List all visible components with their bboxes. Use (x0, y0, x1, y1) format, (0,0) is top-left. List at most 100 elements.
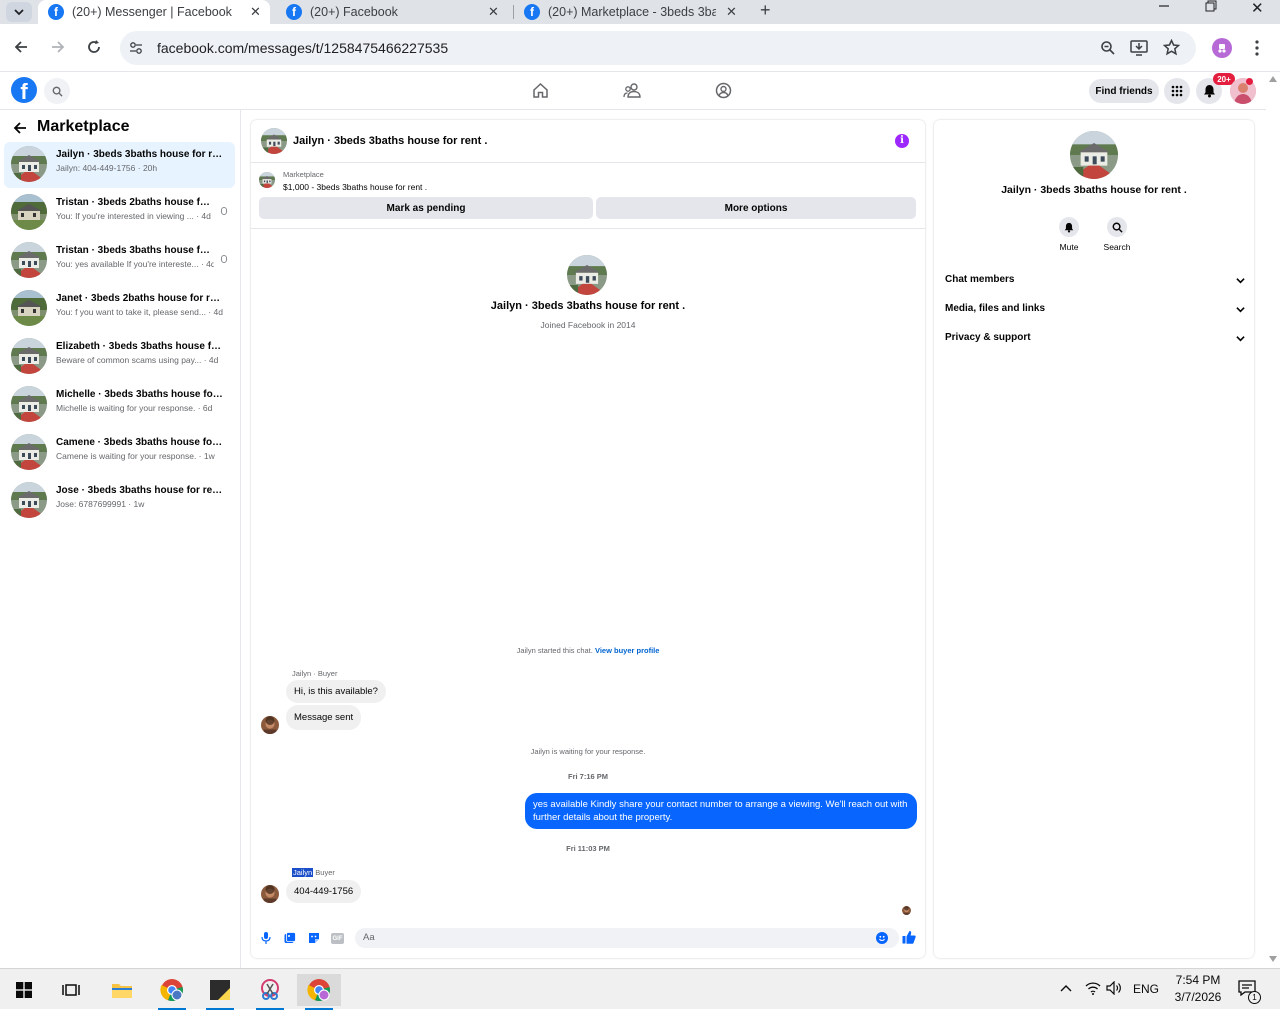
bookmark-star-icon[interactable] (1163, 39, 1180, 56)
close-window-button[interactable]: ✕ (1251, 0, 1264, 17)
browser-toolbar: facebook.com/messages/t/1258475466227535 (0, 24, 1280, 72)
sender-label: Jailyn Buyer (292, 868, 335, 877)
thread-item[interactable]: Elizabeth · 3beds 3baths house for... Be… (4, 334, 235, 380)
listing-price[interactable]: $1,000 - 3beds 3baths house for rent . (283, 182, 427, 192)
message-text: Hi, is this available? (294, 686, 378, 697)
listing-thumbnail[interactable] (259, 172, 275, 188)
task-view-button[interactable] (49, 974, 93, 1006)
url-text: facebook.com/messages/t/1258475466227535 (157, 40, 449, 56)
scroll-up-icon[interactable] (1269, 76, 1277, 82)
incoming-message[interactable]: Hi, is this available? (286, 680, 386, 703)
chevron-down-icon (14, 9, 24, 16)
facebook-favicon-icon: f (48, 4, 64, 20)
info-avatar[interactable] (1070, 131, 1118, 179)
restore-icon (1205, 0, 1217, 12)
facebook-logo[interactable]: f (11, 77, 37, 103)
microphone-icon[interactable] (261, 932, 271, 944)
more-options-button[interactable]: More options (596, 197, 916, 219)
start-button[interactable] (2, 974, 46, 1006)
close-tab-icon[interactable]: ✕ (488, 4, 499, 20)
tab-title: (20+) Marketplace - 3beds 3baths (548, 5, 716, 19)
sender-avatar[interactable] (261, 716, 279, 734)
profile-avatar[interactable] (1212, 38, 1232, 58)
tab-messenger[interactable]: f (20+) Messenger | Facebook ✕ (38, 0, 270, 24)
thread-item[interactable]: Michelle · 3beds 3baths house for ... Mi… (4, 382, 235, 428)
find-friends-label: Find friends (1095, 85, 1153, 97)
incoming-message[interactable]: Message sent (286, 705, 362, 730)
search-button[interactable] (44, 78, 70, 104)
back-button[interactable] (13, 39, 29, 55)
find-friends-button[interactable]: Find friends (1089, 79, 1159, 103)
sticker-icon[interactable] (308, 932, 320, 944)
mute-button[interactable] (1059, 217, 1079, 237)
facebook-favicon-icon: f (286, 4, 302, 20)
sidebar-title: Marketplace (37, 118, 130, 135)
browser-menu-button[interactable] (1254, 40, 1260, 56)
conversation-info-button[interactable]: i (895, 134, 909, 148)
chat-members-section[interactable]: Chat members (945, 274, 1245, 294)
chat-header-title[interactable]: Jailyn · 3beds 3baths house for rent . (293, 135, 487, 147)
snipping-tool-button[interactable] (248, 974, 292, 1010)
file-explorer-button[interactable] (100, 974, 144, 1006)
privacy-support-section[interactable]: Privacy & support (945, 332, 1245, 352)
search-in-conversation-button[interactable] (1107, 217, 1127, 237)
house-photo-icon (567, 255, 607, 295)
network-icon[interactable] (1085, 981, 1101, 995)
thread-item[interactable]: Camene · 3beds 3baths house for ... Came… (4, 430, 235, 476)
chat-header-avatar[interactable] (261, 128, 287, 154)
incoming-message[interactable]: 404-449-1756 (286, 880, 362, 903)
outgoing-message[interactable]: yes available Kindly share your contact … (525, 793, 917, 829)
address-bar[interactable]: facebook.com/messages/t/1258475466227535 (120, 31, 1196, 65)
message-input[interactable]: Aa (355, 928, 899, 948)
house-photo-icon (11, 194, 47, 230)
thread-title: Jailyn · 3beds 3baths house for ren... (56, 149, 224, 160)
media-files-links-section[interactable]: Media, files and links (945, 303, 1245, 323)
emoji-button[interactable] (876, 932, 888, 944)
timestamp: Fri 7:16 PM (567, 772, 608, 781)
chrome-profile-button[interactable] (150, 974, 194, 1010)
forward-button[interactable] (50, 39, 66, 55)
back-to-chats-button[interactable] (13, 121, 27, 135)
language-indicator[interactable]: ENG (1133, 982, 1159, 996)
nav-friends[interactable] (623, 82, 641, 99)
reload-button[interactable] (86, 39, 102, 55)
thread-item[interactable]: Jailyn · 3beds 3baths house for ren... J… (4, 142, 235, 188)
scroll-down-icon[interactable] (1269, 956, 1277, 962)
like-thumb-icon[interactable] (902, 930, 916, 944)
volume-icon[interactable] (1106, 981, 1123, 995)
chrome-incognito-button[interactable] (297, 974, 341, 1010)
sender-avatar[interactable] (261, 885, 279, 903)
nav-home[interactable] (532, 82, 549, 99)
clock-time[interactable]: 7:54 PM (1170, 973, 1226, 987)
thread-item[interactable]: Janet · 3beds 2baths house for rent . Yo… (4, 286, 235, 332)
thread-avatar (11, 338, 47, 374)
profile-avatar-large[interactable] (567, 255, 607, 295)
new-tab-button[interactable]: + (760, 0, 771, 21)
thread-item[interactable]: Tristan · 3beds 3baths house for... You:… (4, 238, 235, 284)
photo-attach-icon[interactable] (284, 932, 296, 944)
page-scrollbar[interactable] (1266, 72, 1280, 968)
mark-as-pending-button[interactable]: Mark as pending (259, 197, 593, 219)
close-tab-icon[interactable]: ✕ (250, 4, 261, 20)
install-app-icon[interactable] (1130, 40, 1148, 56)
thread-item[interactable]: Jose · 3beds 3baths house for rent . Jos… (4, 478, 235, 524)
more-options-label: More options (724, 202, 788, 214)
profile-name: Jailyn · 3beds 3baths house for rent . (490, 300, 686, 312)
tab-facebook[interactable]: f (20+) Facebook ✕ (276, 0, 510, 24)
site-settings-icon[interactable] (129, 41, 143, 55)
zoom-icon[interactable] (1100, 40, 1116, 56)
thread-item[interactable]: Tristan · 3beds 2baths house for... You:… (4, 190, 235, 236)
message-text: Message sent (294, 712, 354, 723)
nav-groups[interactable] (715, 82, 732, 99)
tab-marketplace[interactable]: f (20+) Marketplace - 3beds 3baths ✕ (514, 0, 748, 24)
view-buyer-profile-link[interactable]: View buyer profile (595, 646, 659, 655)
show-hidden-icons-icon[interactable] (1060, 984, 1072, 992)
menu-button[interactable] (1164, 78, 1190, 104)
close-tab-icon[interactable]: ✕ (726, 4, 737, 20)
minimize-button[interactable] (1158, 0, 1172, 20)
restore-button[interactable] (1205, 0, 1217, 12)
clock-date[interactable]: 3/7/2026 (1168, 990, 1228, 1004)
tab-search-button[interactable] (6, 2, 32, 22)
sticky-notes-button[interactable] (198, 974, 242, 1010)
gif-button[interactable]: GIF (331, 933, 344, 944)
